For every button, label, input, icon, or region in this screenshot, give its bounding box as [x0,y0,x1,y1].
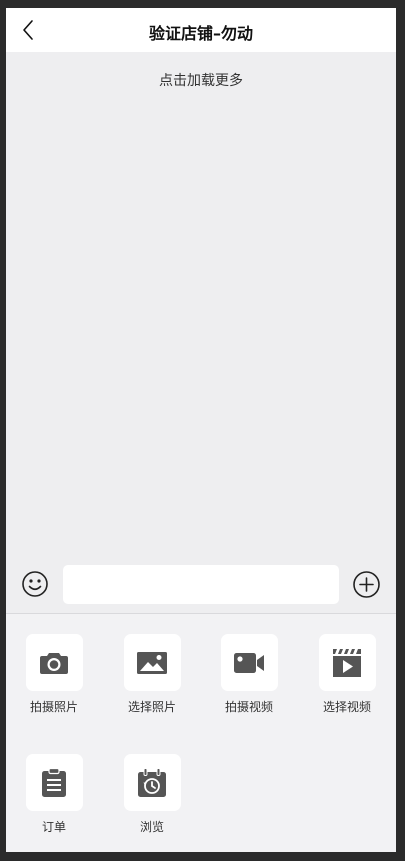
tool-choose-photo[interactable]: 选择照片 [112,634,192,715]
clipboard-icon [42,767,66,797]
tool-browse-history[interactable]: 浏览 [112,754,192,835]
tool-tile [25,754,83,811]
tool-take-photo[interactable]: 拍摄照片 [14,634,94,715]
tool-label: 订单 [41,820,66,834]
tool-label: 选择照片 [127,700,176,714]
message-input[interactable] [63,565,339,604]
chat-screen: 验证店铺–勿动 点击加载更多 拍摄照片 选择照片 拍摄视频 选择视频 订单 浏览 [6,8,396,852]
tool-label: 拍摄视频 [224,700,273,714]
header: 验证店铺–勿动 [6,8,396,52]
tool-orders[interactable]: 订单 [14,754,94,835]
image-icon [137,651,167,674]
tool-label: 拍摄照片 [29,700,78,714]
input-bar [6,556,396,613]
camera-icon [40,652,68,674]
smiley-icon[interactable] [21,570,49,598]
page-title: 验证店铺–勿动 [148,24,253,43]
video-camera-icon [234,652,264,673]
tool-label: 选择视频 [322,700,371,714]
tool-tile [123,754,181,811]
tool-tile [25,634,83,691]
tools-panel: 拍摄照片 选择照片 拍摄视频 选择视频 订单 浏览 [6,614,396,852]
history-calendar-icon [138,767,166,797]
video-clip-icon [333,648,361,677]
tool-tile [318,634,376,691]
plus-circle-icon[interactable] [352,570,381,599]
tool-record-video[interactable]: 拍摄视频 [209,634,289,715]
tool-tile [123,634,181,691]
tool-label: 浏览 [139,820,164,834]
tool-tile [220,634,278,691]
load-more-link[interactable]: 点击加载更多 [6,70,396,90]
tool-choose-video[interactable]: 选择视频 [307,634,387,715]
